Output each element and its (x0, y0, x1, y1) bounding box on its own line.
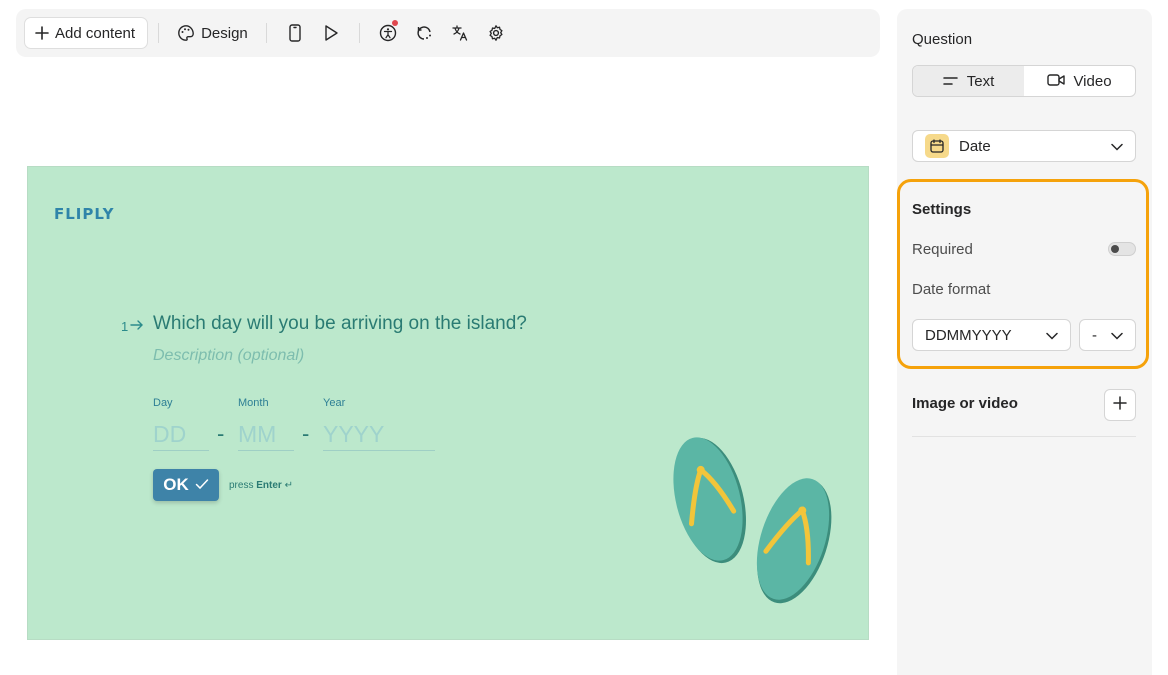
settings-button[interactable] (478, 17, 514, 49)
gear-icon (487, 24, 505, 42)
month-label: Month (238, 397, 269, 409)
panel-divider (912, 436, 1136, 437)
add-media-button[interactable] (1104, 389, 1136, 421)
preview-play-button[interactable] (313, 17, 349, 49)
chevron-down-icon (1111, 138, 1123, 155)
chevron-down-icon (1111, 327, 1123, 344)
month-input[interactable]: MM (238, 419, 294, 451)
date-format-value: DDMMYYYY (925, 326, 1012, 344)
video-icon (1047, 73, 1066, 90)
tab-text-label: Text (966, 72, 995, 90)
press-enter-hint: press Enter ↵ (229, 480, 293, 491)
translate-button[interactable] (442, 17, 478, 49)
date-format-select[interactable]: DDMMYYYY (912, 319, 1071, 351)
day-input[interactable]: DD (153, 419, 209, 451)
enter-icon: ↵ (284, 480, 293, 491)
question-title[interactable]: Which day will you be arriving on the is… (153, 313, 527, 335)
ok-button[interactable]: OK (153, 469, 219, 501)
required-toggle[interactable] (1108, 242, 1136, 256)
brand-logo: FLIPLY (54, 203, 114, 228)
design-button[interactable]: Design (169, 17, 256, 49)
settings-heading: Settings (912, 201, 972, 218)
day-label: Day (153, 397, 173, 409)
notification-dot (391, 20, 398, 26)
question-settings-panel: Question Text Video Date Settings Requir… (897, 9, 1152, 675)
palette-icon (177, 24, 195, 42)
editor-toolbar: Add content Design (16, 9, 880, 57)
tab-text[interactable]: Text (913, 66, 1024, 96)
chevron-down-icon (1046, 327, 1058, 344)
tab-video-label: Video (1073, 72, 1112, 90)
year-label: Year (323, 397, 346, 409)
year-field[interactable]: Year YYYY (323, 397, 435, 451)
day-field[interactable]: Day DD (153, 397, 209, 451)
arrow-right-icon (130, 319, 144, 334)
date-separator-value: - (1092, 326, 1097, 344)
check-icon (195, 475, 209, 495)
accessibility-button[interactable] (370, 17, 406, 49)
logic-icon (415, 24, 433, 42)
question-description[interactable]: Description (optional) (153, 347, 304, 365)
toolbar-divider (265, 23, 267, 43)
logic-button[interactable] (406, 17, 442, 49)
text-lines-icon (942, 73, 959, 90)
add-content-button[interactable]: Add content (24, 17, 149, 49)
date-format-label: Date format (912, 281, 991, 298)
svg-text:FLIPLY: FLIPLY (54, 205, 114, 223)
year-input[interactable]: YYYY (323, 419, 435, 451)
add-content-label: Add content (55, 24, 136, 42)
question-type-label: Date (959, 137, 991, 155)
image-or-video-label: Image or video (912, 395, 1018, 412)
plus-icon (1113, 395, 1127, 415)
ok-label: OK (163, 475, 189, 494)
question-type-select[interactable]: Date (912, 130, 1136, 162)
tab-video[interactable]: Video (1024, 66, 1135, 96)
date-separator-select[interactable]: - (1079, 319, 1136, 351)
form-preview-canvas: FLIPLY 1 Which day will you be arriving … (27, 166, 869, 640)
play-icon (323, 24, 339, 42)
required-label: Required (912, 241, 973, 258)
toolbar-divider (158, 23, 160, 43)
mobile-preview-button[interactable] (277, 17, 313, 49)
question-number: 1 (121, 319, 144, 334)
mobile-icon (288, 24, 302, 42)
flip-flops-illustration (668, 429, 848, 614)
date-separator: - (302, 421, 310, 446)
design-label: Design (201, 24, 248, 42)
calendar-icon (925, 134, 949, 158)
month-field[interactable]: Month MM (238, 397, 294, 451)
toolbar-divider (358, 23, 360, 43)
date-separator: - (217, 421, 225, 446)
question-mode-toggle: Text Video (912, 65, 1136, 97)
question-heading: Question (912, 31, 973, 48)
plus-icon (35, 26, 49, 40)
accessibility-icon (379, 24, 397, 42)
translate-icon (451, 24, 469, 42)
